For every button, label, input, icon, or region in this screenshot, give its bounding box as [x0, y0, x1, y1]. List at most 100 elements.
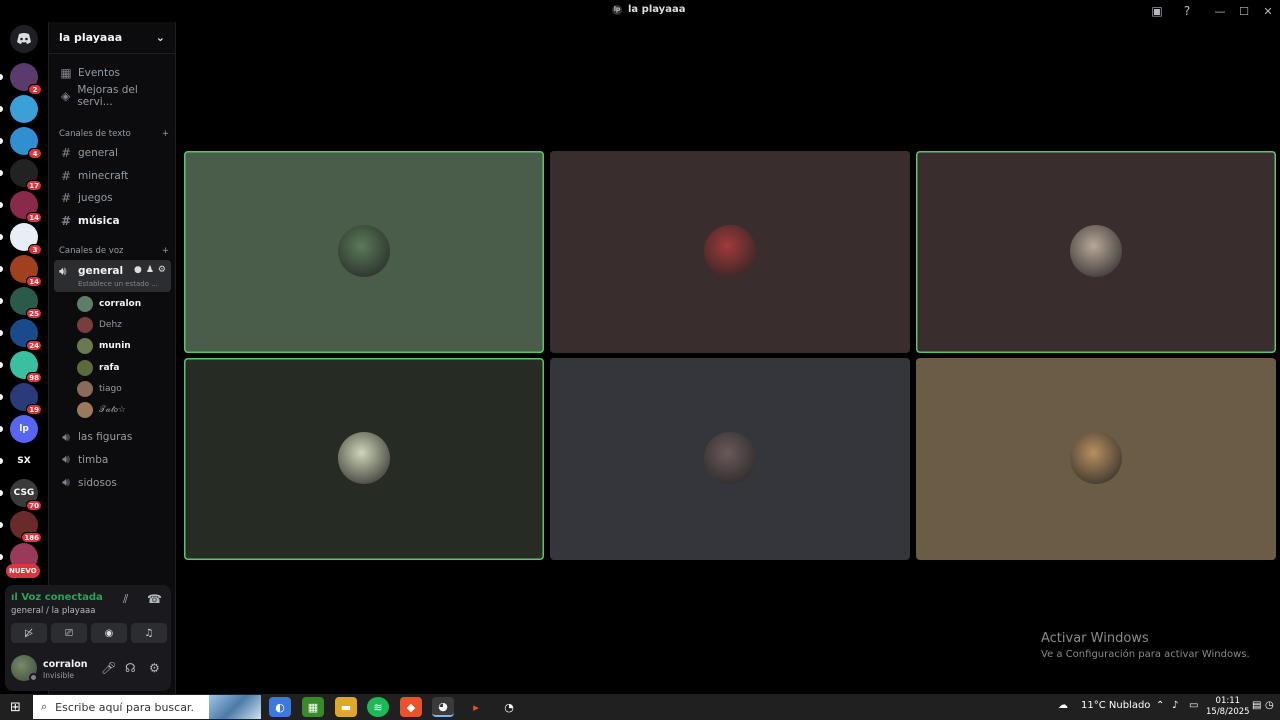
speedometer-icon[interactable]: ◔ [498, 697, 520, 717]
help-icon[interactable]: ? [1178, 2, 1196, 20]
noise-suppression-icon[interactable]: ⫽ [123, 592, 128, 607]
participant-tile[interactable] [916, 151, 1276, 353]
discord-taskbar-icon[interactable]: ◕ [432, 697, 454, 717]
add-voice-channel-icon[interactable]: + [162, 246, 169, 256]
text-channel-3[interactable]: # música [55, 211, 171, 231]
chat-icon[interactable]: ● [134, 265, 142, 275]
chevron-up-icon[interactable]: ⌃ [1156, 700, 1164, 711]
user-settings-icon[interactable]: ⚙ [149, 661, 160, 675]
server-icon[interactable]: 98 [10, 351, 42, 383]
voice-channel-1[interactable]: 🔊︎ timba [55, 450, 171, 470]
focus-icon[interactable]: ◷ [1265, 700, 1274, 711]
text-channel-2[interactable]: # juegos [55, 188, 171, 208]
voice-location[interactable]: general / la playaaa [11, 606, 95, 616]
voice-channel-status[interactable]: Establece un estado ... [78, 280, 158, 288]
server-icon[interactable]: 3 [10, 223, 42, 255]
mention-badge: 98 [26, 372, 42, 383]
unread-indicator [0, 138, 3, 144]
voice-member[interactable]: corralon [77, 295, 141, 313]
window-title: lp la playaaa [612, 4, 685, 15]
settings-icon[interactable]: ⚙ [158, 265, 166, 275]
network-icon[interactable]: ▭ [1189, 700, 1198, 711]
channel-name: general [78, 147, 118, 159]
voice-member[interactable]: 𝒯𝒶𝓉𝑜☆ [77, 401, 126, 419]
screenshare-button[interactable]: ⎚ [51, 623, 87, 643]
notifications-icon[interactable]: ▤ [1252, 700, 1261, 711]
server-header[interactable]: la playaaa ⌄ [49, 22, 175, 54]
file-explorer-icon[interactable]: ▬ [335, 697, 357, 717]
disconnect-icon[interactable]: ☎ [147, 592, 162, 606]
voice-channel-0[interactable]: 🔊︎ las figuras [55, 427, 171, 447]
server-icon[interactable]: 19 [10, 383, 42, 415]
maximize-button[interactable]: ☐ [1232, 0, 1256, 22]
cloud-icon: ☁ [1058, 700, 1068, 711]
voice-category[interactable]: Canales de voz + [59, 246, 169, 256]
server-icon[interactable]: 14 [10, 191, 42, 223]
channel-name: juegos [78, 192, 113, 204]
server-icon[interactable]: 17 [10, 159, 42, 191]
headphones-icon[interactable]: ☊ [125, 661, 136, 675]
boosts-item[interactable]: ◈ Mejoras del servi... [55, 84, 171, 108]
participant-tile[interactable] [916, 358, 1276, 560]
spotify-icon[interactable]: ≋ [367, 697, 389, 717]
inbox-icon[interactable]: ▣ [1148, 2, 1166, 20]
voice-category-label: Canales de voz [59, 246, 124, 256]
invite-icon[interactable]: ♟ [146, 265, 154, 275]
unread-indicator [0, 74, 3, 80]
soundboard-button[interactable]: ♫ [131, 623, 167, 643]
user-area[interactable]: corralon Invisible 🎤︎ ☊ ⚙ [5, 651, 171, 689]
camera-off-icon: ▷̸ [25, 627, 33, 639]
voice-member[interactable]: Dehz [77, 316, 122, 334]
member-name: corralon [99, 299, 142, 309]
discord-home-button[interactable] [10, 25, 38, 53]
text-channel-1[interactable]: # minecraft [55, 166, 171, 186]
speaker-icon: 🔊︎ [62, 429, 70, 444]
microphone-icon[interactable]: 🎤︎ [101, 661, 116, 675]
participant-tile[interactable] [184, 151, 544, 353]
channel-name: las figuras [78, 431, 133, 443]
calendar-icon: ▦ [60, 66, 72, 80]
voice-member[interactable]: rafa [77, 359, 120, 377]
minimize-button[interactable]: — [1208, 0, 1232, 22]
date: 15/8/2025 [1206, 707, 1250, 717]
server-icon[interactable]: 24 [10, 319, 42, 351]
voice-channel-general[interactable]: 🔊︎ general Establece un estado ... ● ♟ ⚙ [54, 260, 171, 292]
weather-text[interactable]: 11°C Nublado [1081, 700, 1150, 711]
server-icon[interactable]: 4 [10, 127, 42, 159]
participant-tile[interactable] [550, 358, 910, 560]
avatar [1070, 432, 1122, 484]
server-icon[interactable] [10, 95, 38, 123]
voice-member[interactable]: munin [77, 337, 131, 355]
windows-start-icon[interactable]: ⊞ [10, 700, 21, 715]
text-category[interactable]: Canales de texto + [59, 129, 169, 139]
server-icon[interactable]: lp [10, 415, 38, 443]
avatar [338, 432, 390, 484]
server-icon[interactable]: 25 [10, 287, 42, 319]
server-icon[interactable]: 186 [10, 511, 42, 543]
minecraft-icon[interactable]: ▦ [302, 697, 324, 717]
copilot-icon[interactable]: ◐ [269, 697, 291, 717]
member-name: tiago [99, 383, 122, 394]
server-icon[interactable]: SX [10, 447, 38, 475]
clock[interactable]: 01:11 15/8/2025 [1206, 696, 1250, 718]
taskbar-search[interactable]: ⌕ Escribe aquí para buscar. [33, 695, 261, 719]
voice-member[interactable]: tiago [77, 380, 122, 398]
participant-tile[interactable] [550, 151, 910, 353]
participant-tile[interactable] [184, 358, 544, 560]
voice-channel-2[interactable]: 🔊︎ sidosos [55, 473, 171, 493]
server-icon[interactable]: CSG 70 [10, 479, 42, 511]
events-item[interactable]: ▦ Eventos [55, 63, 171, 83]
search-highlight-image [209, 695, 261, 719]
add-channel-icon[interactable]: + [162, 129, 169, 139]
text-channel-0[interactable]: # general [55, 143, 171, 163]
camera-button[interactable]: ▷̸ [11, 623, 47, 643]
server-icon[interactable]: 14 [10, 255, 42, 287]
volume-icon[interactable]: ♪ [1172, 700, 1178, 711]
avatar [704, 225, 756, 277]
mention-badge: 3 [28, 244, 42, 255]
app-icon[interactable]: ▸ [465, 697, 487, 717]
close-button[interactable]: ✕ [1256, 0, 1280, 22]
activity-button[interactable]: ◉ [91, 623, 127, 643]
brave-icon[interactable]: ◆ [400, 697, 422, 717]
server-icon[interactable]: 2 [10, 63, 42, 95]
